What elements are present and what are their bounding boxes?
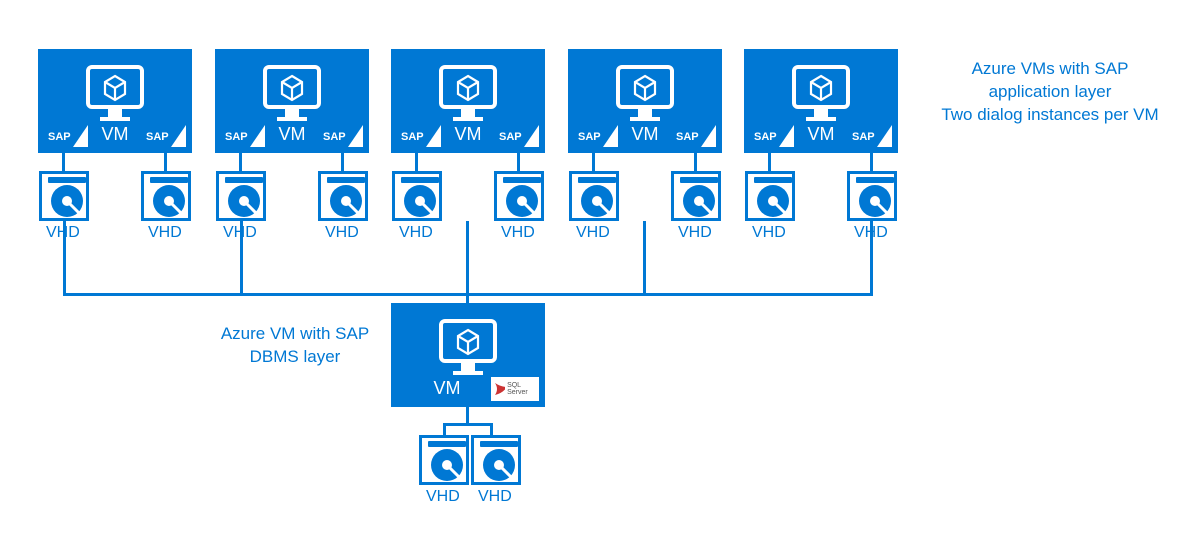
sql-server-text: SQL Server — [507, 382, 539, 396]
connector — [768, 153, 771, 171]
vm-label: VM — [434, 378, 461, 399]
sap-badge-left — [397, 125, 441, 147]
vhd-label: VHD — [478, 488, 512, 506]
connector — [466, 221, 469, 295]
sap-badge-right — [672, 125, 716, 147]
disk-icon — [321, 174, 371, 224]
connector — [870, 221, 873, 295]
vhd-label: VHD — [399, 224, 433, 242]
vhd-label: VHD — [678, 224, 712, 242]
dbms-vm: VM SQL Server — [391, 303, 545, 407]
annotation-line: DBMS layer — [250, 347, 341, 366]
vhd-box — [671, 171, 721, 221]
vm-monitor-icon — [788, 63, 854, 123]
disk-icon — [572, 174, 622, 224]
vhd-box — [745, 171, 795, 221]
vm-monitor-icon — [435, 63, 501, 123]
connector — [466, 293, 469, 303]
app-vm-4: VM — [568, 49, 722, 153]
vhd-label: VHD — [148, 224, 182, 242]
vhd-box — [419, 435, 469, 485]
connector — [443, 423, 493, 426]
annotation-line: Two dialog instances per VM — [941, 105, 1158, 124]
vm-monitor-icon — [82, 63, 148, 123]
vm-label: VM — [455, 124, 482, 145]
vhd-box — [39, 171, 89, 221]
sap-badge-left — [221, 125, 265, 147]
connector — [341, 153, 344, 171]
disk-icon — [497, 174, 547, 224]
sap-badge-left — [750, 125, 794, 147]
vhd-box — [471, 435, 521, 485]
vhd-label: VHD — [576, 224, 610, 242]
vm-monitor-icon — [435, 317, 501, 377]
vhd-box — [141, 171, 191, 221]
sql-server-badge: SQL Server — [491, 377, 539, 401]
connector — [164, 153, 167, 171]
app-vm-1: VM — [38, 49, 192, 153]
dbms-layer-annotation: Azure VM with SAP DBMS layer — [210, 323, 380, 369]
sap-badge-left — [574, 125, 618, 147]
vm-monitor-icon — [259, 63, 325, 123]
disk-icon — [395, 174, 445, 224]
app-layer-annotation: Azure VMs with SAP application layer Two… — [930, 58, 1170, 127]
vhd-label: VHD — [752, 224, 786, 242]
connector — [239, 153, 242, 171]
disk-icon — [144, 174, 194, 224]
annotation-line: Azure VM with SAP — [221, 324, 369, 343]
disk-icon — [422, 438, 472, 488]
connector — [62, 153, 65, 171]
sap-badge-right — [495, 125, 539, 147]
vhd-label: VHD — [325, 224, 359, 242]
connector — [643, 221, 646, 295]
vm-monitor-icon — [612, 63, 678, 123]
vhd-box — [847, 171, 897, 221]
vhd-box — [392, 171, 442, 221]
vhd-box — [318, 171, 368, 221]
connector — [240, 221, 243, 295]
connector — [443, 423, 446, 435]
disk-icon — [850, 174, 900, 224]
annotation-line: application layer — [989, 82, 1112, 101]
app-vm-3: VM — [391, 49, 545, 153]
connector — [694, 153, 697, 171]
annotation-line: Azure VMs with SAP — [972, 59, 1129, 78]
connector — [870, 153, 873, 171]
vhd-box — [494, 171, 544, 221]
vhd-label: VHD — [501, 224, 535, 242]
app-vm-5: VM — [744, 49, 898, 153]
sap-badge-left — [44, 125, 88, 147]
vhd-box — [569, 171, 619, 221]
disk-icon — [748, 174, 798, 224]
app-vm-2: VM — [215, 49, 369, 153]
connector — [415, 153, 418, 171]
disk-icon — [42, 174, 92, 224]
vm-label: VM — [808, 124, 835, 145]
disk-icon — [674, 174, 724, 224]
vhd-box — [216, 171, 266, 221]
sql-server-icon — [491, 381, 505, 397]
vhd-label: VHD — [426, 488, 460, 506]
connector — [517, 153, 520, 171]
disk-icon — [474, 438, 524, 488]
vm-label: VM — [279, 124, 306, 145]
sap-badge-right — [319, 125, 363, 147]
sap-badge-right — [848, 125, 892, 147]
vm-label: VM — [632, 124, 659, 145]
sap-badge-right — [142, 125, 186, 147]
connector — [592, 153, 595, 171]
connector — [490, 423, 493, 435]
vm-label: VM — [102, 124, 129, 145]
connector — [63, 221, 66, 295]
disk-icon — [219, 174, 269, 224]
